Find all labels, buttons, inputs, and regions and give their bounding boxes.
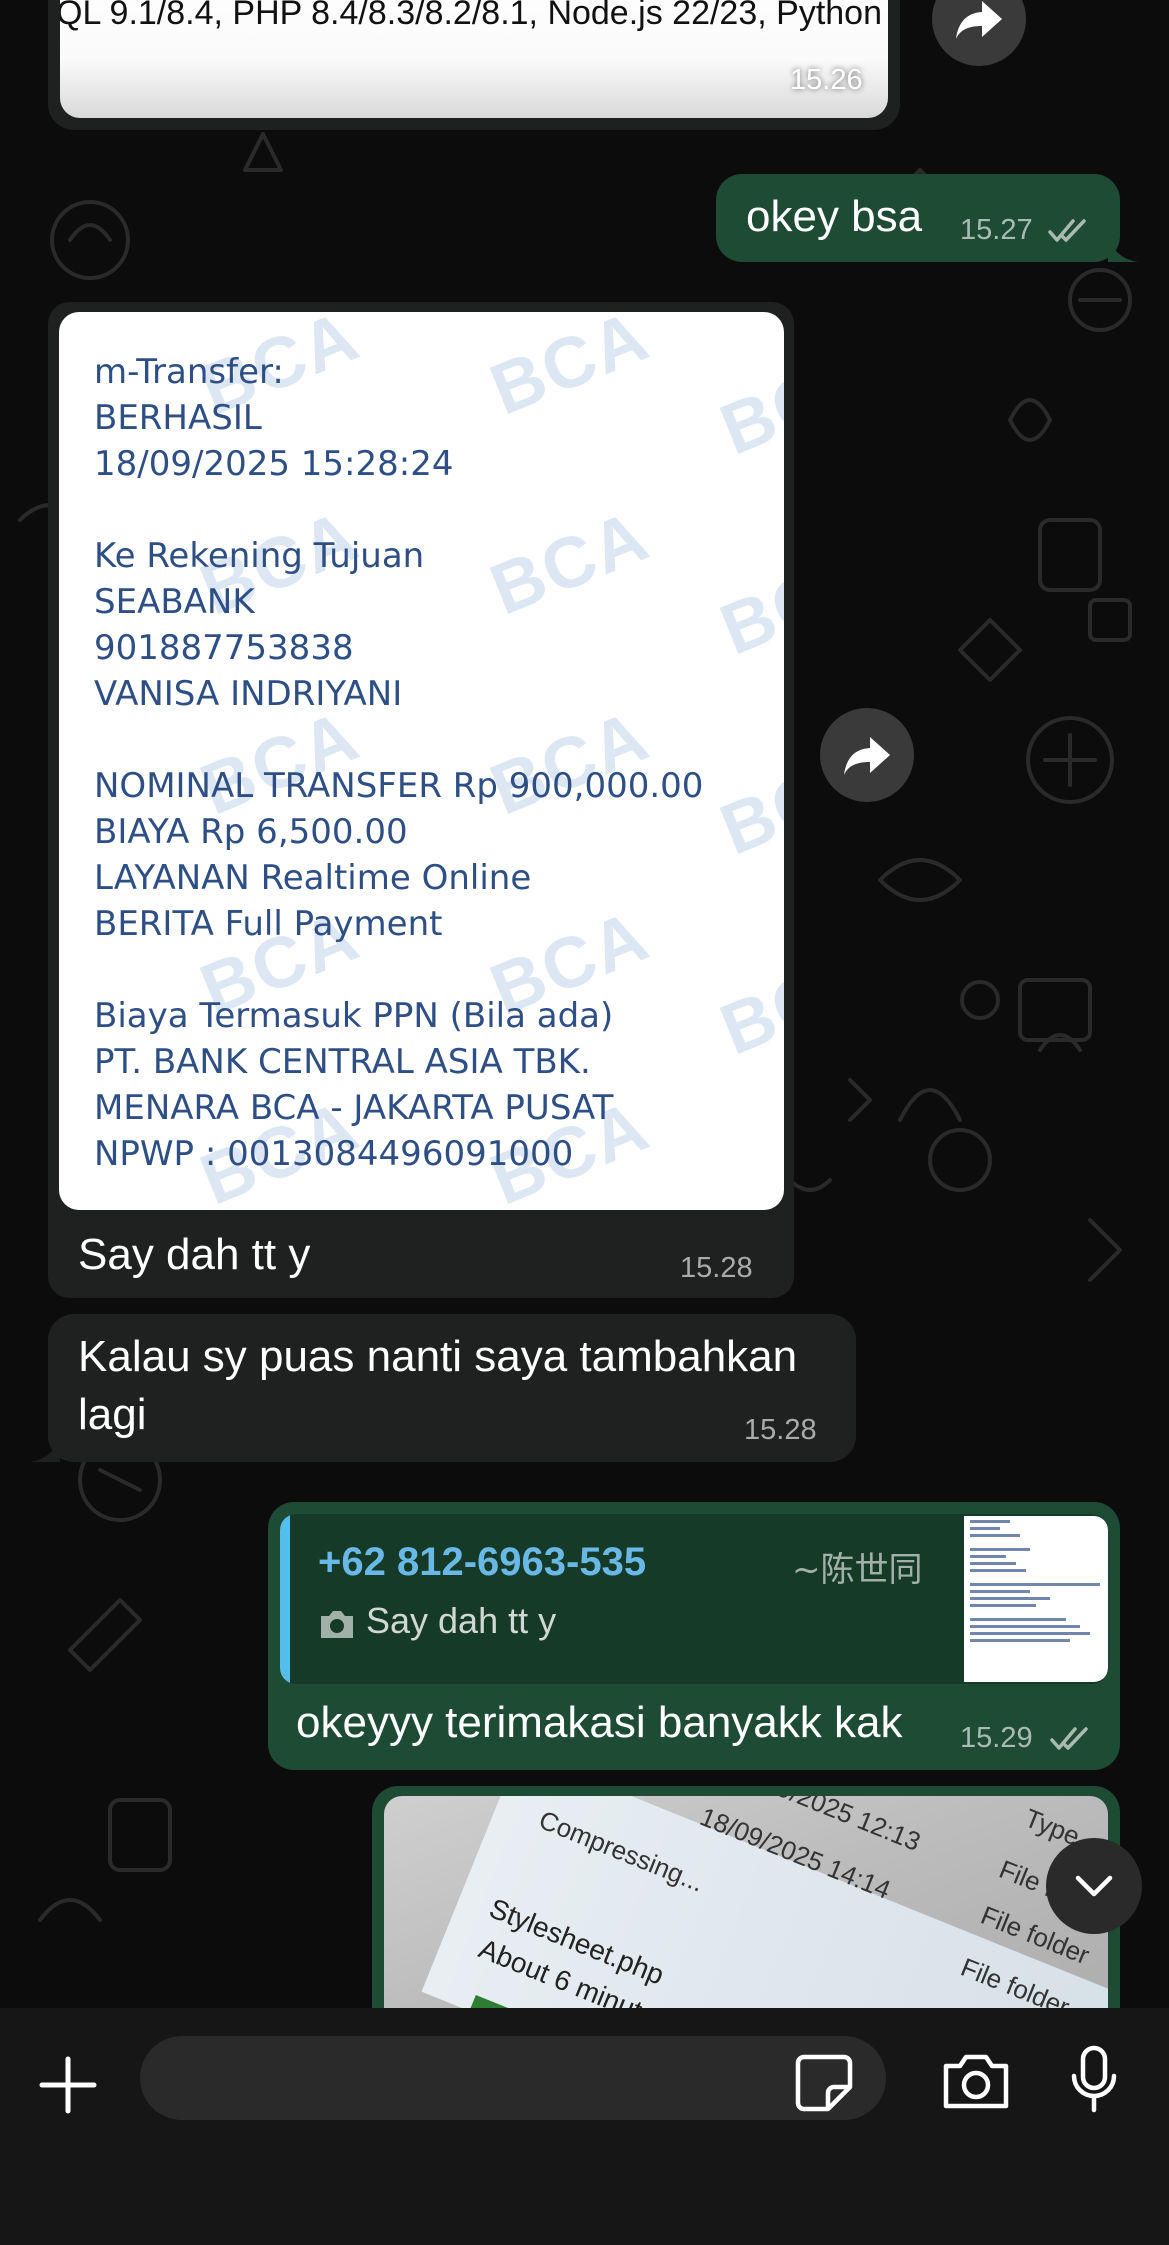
card-preview: QL 9.1/8.4, PHP 8.4/8.3/8.2/8.1, Node.js… xyxy=(60,0,888,118)
message-bubble-reply[interactable]: +62 812-6963-535 ~陈世同 Say dah tt y okeyy… xyxy=(268,1502,1120,1770)
quoted-text: Say dah tt y xyxy=(366,1600,557,1641)
quoted-message[interactable]: +62 812-6963-535 ~陈世同 Say dah tt y xyxy=(280,1514,1108,1684)
receipt-line: 901887753838 xyxy=(94,628,354,668)
photo-preview[interactable]: Compressing... 18/09/2025 12:13 18/09/20… xyxy=(384,1796,1108,2008)
sticker-icon[interactable] xyxy=(794,2053,854,2113)
message-text: lagi xyxy=(78,1390,147,1439)
quoted-thumbnail xyxy=(964,1516,1108,1682)
message-bubble-outgoing[interactable]: okey bsa 15.27 xyxy=(716,174,1120,262)
receipt-line: Biaya Termasuk PPN (Bila ada) xyxy=(94,996,614,1036)
camera-icon xyxy=(321,1611,353,1638)
message-text: Kalau sy puas nanti saya tambahkan xyxy=(78,1332,798,1381)
message-time: 15.28 xyxy=(680,1252,753,1284)
camera-icon[interactable] xyxy=(940,2050,1012,2112)
receipt-line: BIAYA Rp 6,500.00 xyxy=(94,812,408,852)
microphone-icon[interactable] xyxy=(1068,2044,1120,2116)
double-check-icon xyxy=(1050,1727,1088,1750)
message-time: 15.26 xyxy=(790,64,863,96)
receipt-line: NOMINAL TRANSFER Rp 900,000.00 xyxy=(94,766,704,806)
double-check-icon xyxy=(1048,219,1086,242)
receipt-line: BERHASIL xyxy=(94,398,262,438)
chevron-down-icon xyxy=(1075,1875,1113,1897)
receipt-line: m-Transfer: xyxy=(94,352,284,392)
receipt-line: NPWP : 0013084496091000 xyxy=(94,1134,574,1174)
bca-watermark: BCA xyxy=(479,312,661,431)
message-input[interactable] xyxy=(140,2036,886,2120)
quoted-sender-phone: +62 812-6963-535 xyxy=(318,1540,647,1584)
bca-watermark: BCA xyxy=(709,335,784,471)
chat-area[interactable]: QL 9.1/8.4, PHP 8.4/8.3/8.2/8.1, Node.js… xyxy=(0,0,1169,2008)
card-text: QL 9.1/8.4, PHP 8.4/8.3/8.2/8.1, Node.js… xyxy=(60,0,882,32)
bubble-tail-incoming xyxy=(30,1436,60,1462)
message-text: okey bsa xyxy=(746,192,923,241)
receipt-line: Ke Rekening Tujuan xyxy=(94,536,425,576)
forward-icon xyxy=(956,1,1002,39)
forward-button[interactable] xyxy=(820,708,914,802)
bca-watermark: BCA xyxy=(709,935,784,1071)
bubble-tail-outgoing xyxy=(1108,236,1138,262)
message-time: 15.27 xyxy=(960,214,1033,246)
quoted-sender-name: ~陈世同 xyxy=(792,1550,923,1590)
forward-icon xyxy=(844,737,890,775)
bca-watermark: BCA xyxy=(709,735,784,871)
quote-accent-bar xyxy=(280,1514,290,1684)
receipt-line: 18/09/2025 15:28:24 xyxy=(94,444,454,484)
plus-icon[interactable] xyxy=(36,2053,100,2117)
thumbnail-text-lines xyxy=(970,1520,1100,1642)
receipt-line: LAYANAN Realtime Online xyxy=(94,858,532,898)
receipt-line: VANISA INDRIYANI xyxy=(94,674,403,714)
message-bubble-incoming[interactable]: Kalau sy puas nanti saya tambahkan lagi … xyxy=(48,1314,856,1462)
bca-watermark: BCA xyxy=(479,495,661,631)
scroll-to-bottom-button[interactable] xyxy=(1046,1838,1142,1934)
transfer-receipt-image[interactable]: BCA BCA BCA BCA BCA BCA BCA BCA BCA BCA … xyxy=(59,312,784,1210)
image-caption: Say dah tt y xyxy=(78,1230,311,1279)
message-text: okeyyy terimakasi banyakk kak xyxy=(296,1698,903,1747)
bca-watermark: BCA xyxy=(709,535,784,671)
message-bubble-card[interactable]: QL 9.1/8.4, PHP 8.4/8.3/8.2/8.1, Node.js… xyxy=(48,0,900,130)
receipt-line: PT. BANK CENTRAL ASIA TBK. xyxy=(94,1042,591,1082)
receipt-line: SEABANK xyxy=(94,582,255,622)
message-time: 15.28 xyxy=(744,1414,817,1446)
receipt-line: BERITA Full Payment xyxy=(94,904,443,944)
message-time: 15.29 xyxy=(960,1722,1033,1754)
bca-watermark: BCA xyxy=(189,695,371,831)
message-bubble-photo[interactable]: Compressing... 18/09/2025 12:13 18/09/20… xyxy=(372,1786,1120,2008)
receipt-line: MENARA BCA - JAKARTA PUSAT xyxy=(94,1088,614,1128)
bca-watermark: BCA xyxy=(479,695,661,831)
